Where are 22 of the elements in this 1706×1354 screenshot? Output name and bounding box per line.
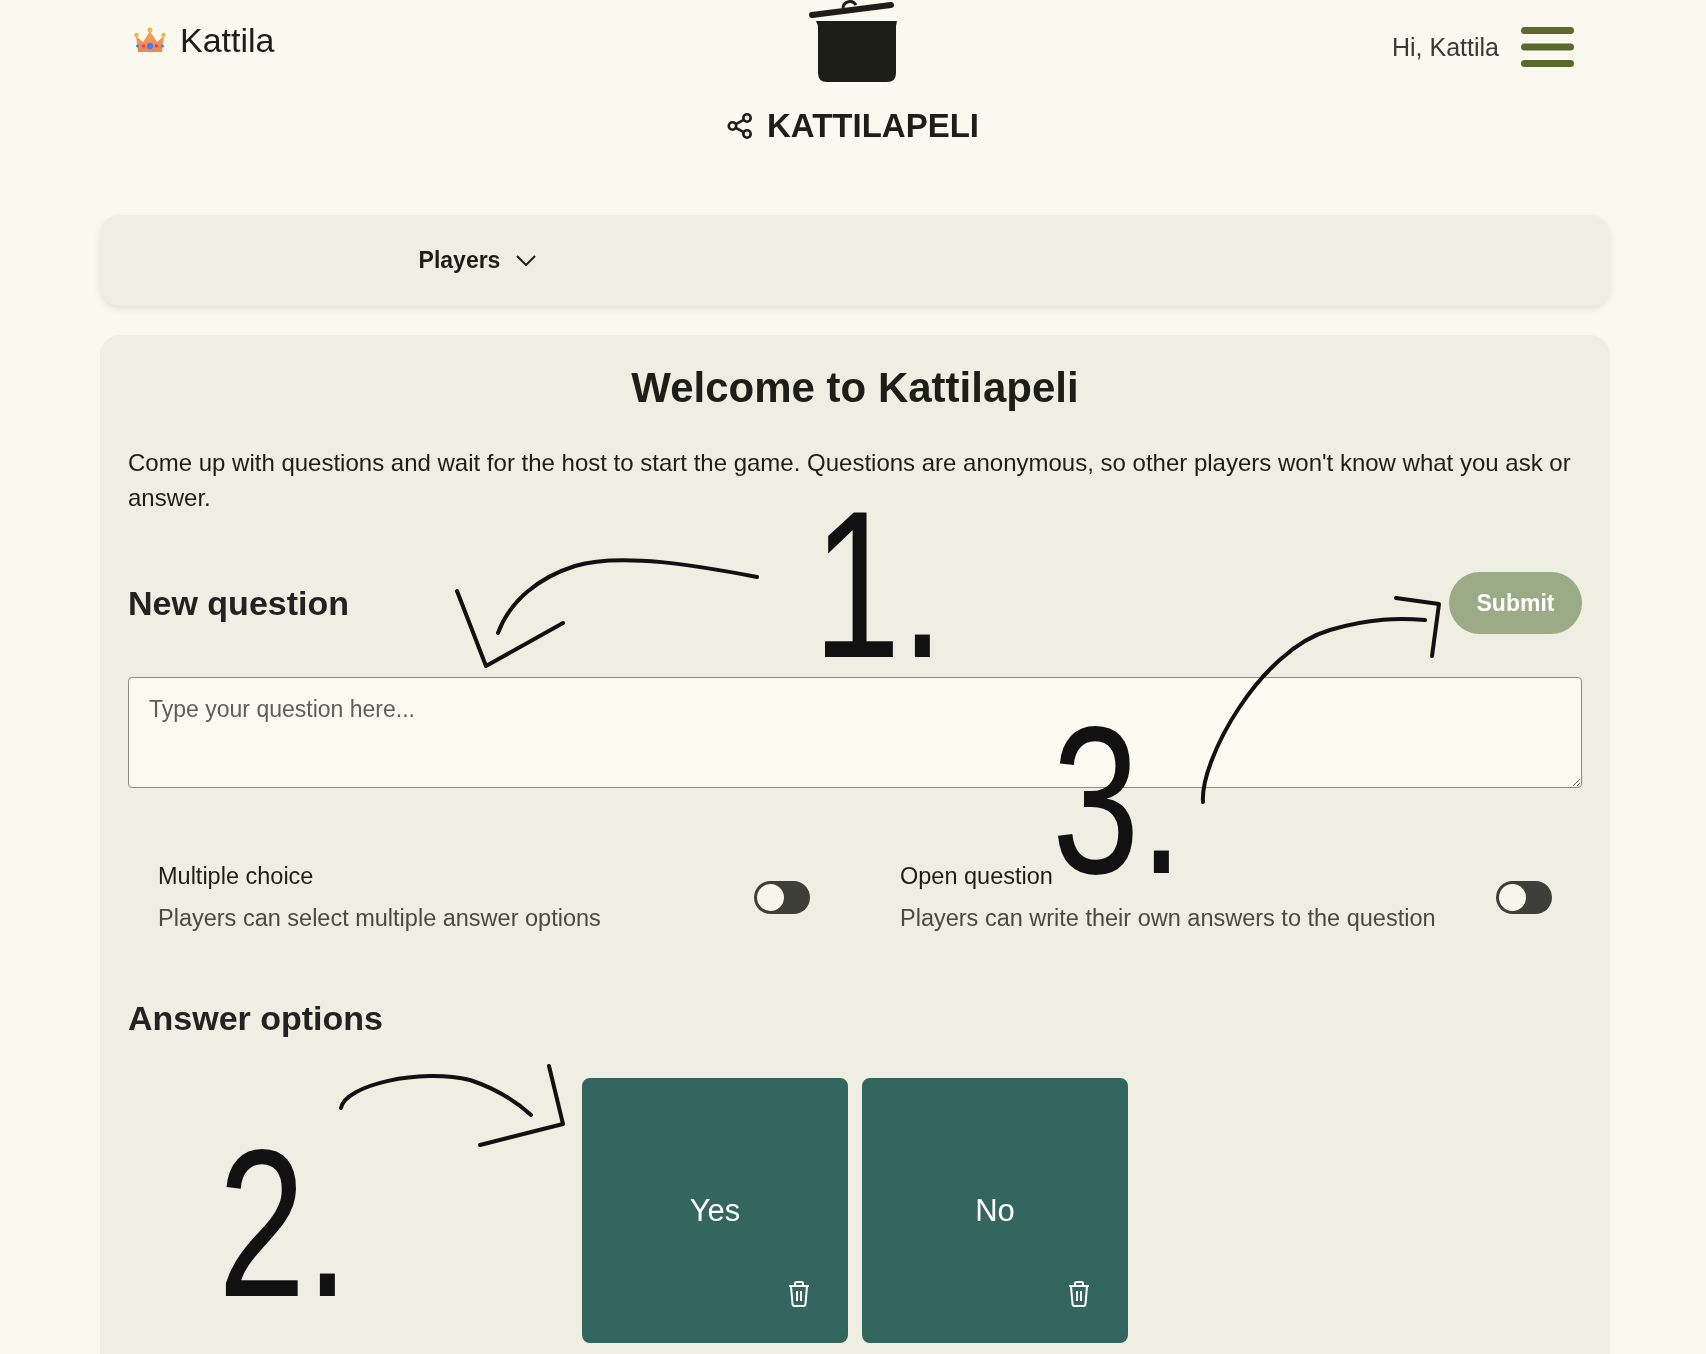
trash-icon[interactable] xyxy=(788,1281,810,1307)
crown-icon xyxy=(134,27,166,53)
setting-title: Open question xyxy=(900,862,1053,891)
share-icon[interactable] xyxy=(726,113,753,139)
game-title: KATTILAPELI xyxy=(766,106,979,146)
greeting-text: Hi, Kattila xyxy=(1392,32,1499,62)
pot-icon xyxy=(807,0,899,82)
trash-icon[interactable] xyxy=(1068,1281,1090,1307)
setting-description: Players can write their own answers to the question xyxy=(900,904,1436,933)
brand-name: Kattila xyxy=(180,20,275,60)
players-dropdown[interactable]: Players xyxy=(418,247,537,274)
toggle-switch[interactable] xyxy=(1496,880,1552,914)
answer-label: Yes xyxy=(689,1192,741,1229)
menu-icon[interactable] xyxy=(1521,27,1574,67)
section-heading: Answer options xyxy=(128,998,384,1038)
annotation-number: 2. xyxy=(218,1135,350,1314)
toggle-switch[interactable] xyxy=(754,880,810,914)
setting-title: Multiple choice xyxy=(158,862,314,891)
answer-label: No xyxy=(975,1192,1015,1229)
setting-description: Players can select multiple answer options xyxy=(158,904,601,933)
welcome-heading: Welcome to Kattilapeli xyxy=(630,363,1080,413)
section-heading: New question xyxy=(128,583,350,623)
